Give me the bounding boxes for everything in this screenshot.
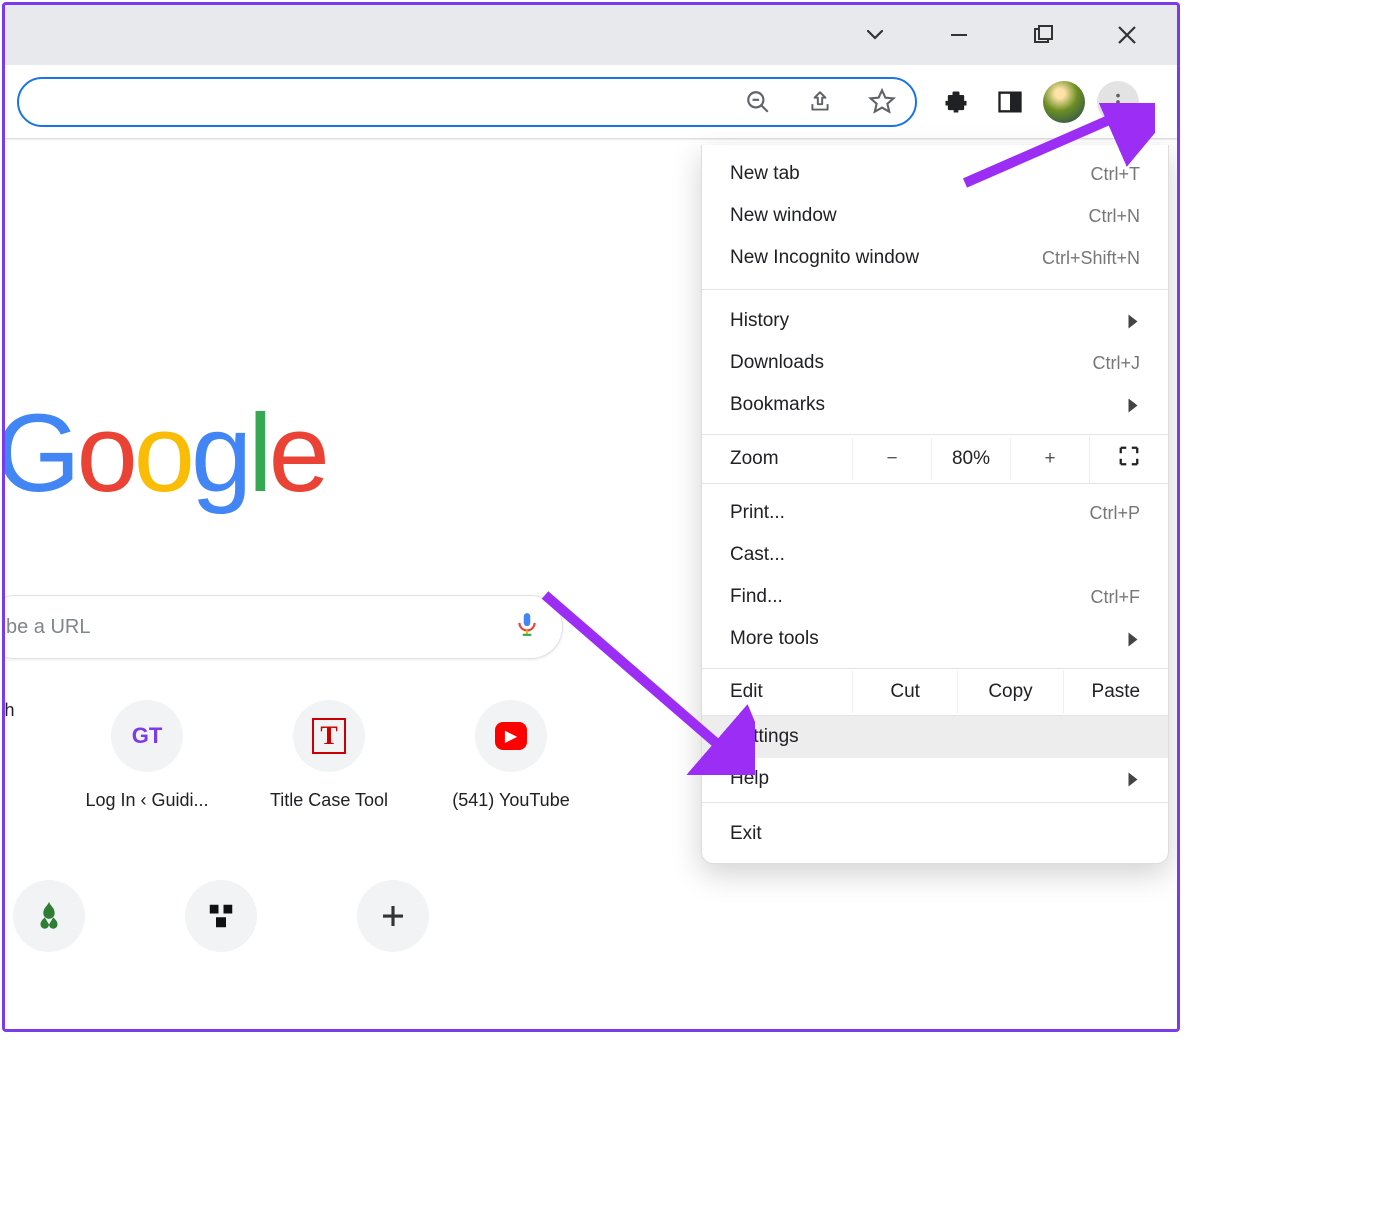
zoom-out-icon[interactable] [737,81,779,123]
menu-history[interactable]: History [702,300,1168,342]
menu-new-tab[interactable]: New tab Ctrl+T [702,153,1168,195]
zoom-in-button[interactable]: + [1010,438,1089,480]
menu-shortcut: Ctrl+J [1092,353,1140,374]
more-menu-button[interactable] [1097,81,1139,123]
menu-shortcut: Ctrl+T [1091,164,1141,185]
menu-label: Cast... [730,544,785,566]
menu-label: New tab [730,163,800,185]
menu-label: History [730,310,789,332]
menu-settings[interactable]: Settings [702,716,1168,758]
search-box[interactable]: be a URL [2,595,563,659]
shortcut-item[interactable]: GT Log In ‹ Guidi... [77,700,217,811]
edit-cut-button[interactable]: Cut [852,671,957,713]
menu-label: Downloads [730,352,824,374]
shortcuts-row-2 [13,880,429,952]
microphone-icon[interactable] [514,610,540,644]
chevron-right-icon [1129,772,1138,786]
menu-edit: Edit Cut Copy Paste [702,668,1168,716]
logo-o: o [134,390,191,517]
shortcut-item[interactable] [13,880,85,952]
extensions-icon[interactable] [935,81,977,123]
side-panel-icon[interactable] [989,81,1031,123]
shortcut-item[interactable]: ch [2,700,35,721]
shortcut-label: (541) YouTube [441,790,581,811]
edit-copy-button[interactable]: Copy [957,671,1062,713]
logo-l: l [248,390,268,517]
menu-label: More tools [730,628,819,650]
zoom-value: 80% [931,438,1010,480]
menu-label: New Incognito window [730,247,919,269]
menu-label: Bookmarks [730,394,825,416]
menu-label: Find... [730,586,783,608]
menu-label: Settings [730,726,799,748]
fullscreen-button[interactable] [1089,435,1168,483]
chevron-right-icon [1129,632,1138,646]
shortcut-item[interactable] [185,880,257,952]
shortcuts-row: ch GT Log In ‹ Guidi... T Title Case Too… [2,700,581,811]
menu-label: Zoom [702,436,852,482]
shortcut-label: ch [2,700,35,721]
menu-shortcut: Ctrl+F [1091,587,1141,608]
tab-dropdown-button[interactable] [853,13,897,57]
menu-label: Edit [702,669,852,715]
menu-shortcut: Ctrl+N [1088,206,1140,227]
shortcut-icon: T [293,700,365,772]
menu-incognito[interactable]: New Incognito window Ctrl+Shift+N [702,237,1168,279]
menu-find[interactable]: Find... Ctrl+F [702,576,1168,618]
maximize-button[interactable] [1021,13,1065,57]
menu-label: Help [730,768,769,790]
toolbar [5,65,1177,139]
menu-more-tools[interactable]: More tools [702,618,1168,660]
shortcut-item[interactable]: T Title Case Tool [259,700,399,811]
logo-g: G [2,390,77,517]
menu-bookmarks[interactable]: Bookmarks [702,384,1168,426]
address-bar[interactable] [17,77,917,127]
menu-downloads[interactable]: Downloads Ctrl+J [702,342,1168,384]
menu-exit[interactable]: Exit [702,813,1168,855]
menu-label: Print... [730,502,785,524]
edit-paste-button[interactable]: Paste [1063,671,1168,713]
menu-label: New window [730,205,837,227]
menu-new-window[interactable]: New window Ctrl+N [702,195,1168,237]
logo-g: g [191,390,248,517]
search-placeholder: be a URL [6,616,91,639]
google-logo: G o o g l e [2,390,326,517]
chevron-right-icon [1129,314,1138,328]
bookmark-star-icon[interactable] [861,81,903,123]
shortcut-item[interactable]: ▶ (541) YouTube [441,700,581,811]
add-shortcut-button[interactable] [357,880,429,952]
menu-print[interactable]: Print... Ctrl+P [702,492,1168,534]
chrome-menu: New tab Ctrl+T New window Ctrl+N New Inc… [701,145,1169,864]
shortcut-label: Log In ‹ Guidi... [77,790,217,811]
profile-avatar[interactable] [1043,81,1085,123]
menu-shortcut: Ctrl+P [1089,503,1140,524]
share-icon[interactable] [799,81,841,123]
logo-o: o [77,390,134,517]
titlebar [5,5,1177,65]
chevron-right-icon [1129,398,1138,412]
menu-cast[interactable]: Cast... [702,534,1168,576]
menu-help[interactable]: Help [702,758,1168,800]
browser-window: G o o g l e be a URL ch GT Log In ‹ Guid… [2,2,1180,1032]
logo-e: e [269,390,326,517]
menu-label: Exit [730,823,762,845]
close-button[interactable] [1105,13,1149,57]
shortcut-icon: ▶ [475,700,547,772]
zoom-out-button[interactable]: − [852,438,931,480]
menu-zoom: Zoom − 80% + [702,434,1168,484]
shortcut-label: Title Case Tool [259,790,399,811]
minimize-button[interactable] [937,13,981,57]
menu-shortcut: Ctrl+Shift+N [1042,248,1140,269]
shortcut-icon: GT [111,700,183,772]
